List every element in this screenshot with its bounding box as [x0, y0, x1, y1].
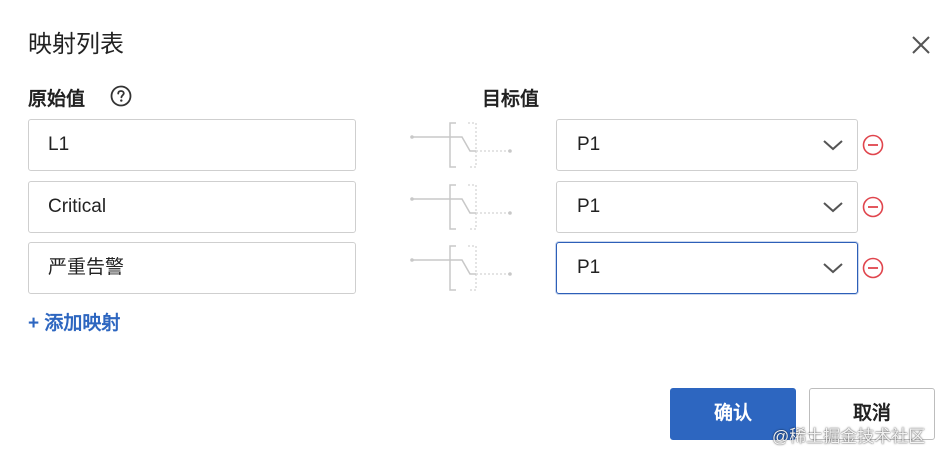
target-value-select[interactable]: P1 — [556, 242, 858, 294]
mapping-connector-icon — [410, 245, 512, 291]
target-value-text: P1 — [577, 196, 601, 217]
chevron-down-icon — [823, 263, 843, 274]
remove-mapping-button[interactable] — [862, 257, 884, 279]
target-value-select[interactable]: P1 — [556, 181, 858, 233]
remove-mapping-button[interactable] — [862, 134, 884, 156]
confirm-button[interactable]: 确认 — [670, 388, 796, 440]
chevron-down-icon — [823, 202, 843, 213]
target-value-select[interactable]: P1 — [556, 119, 858, 171]
mapping-connector-icon — [410, 184, 512, 230]
question-circle-icon — [110, 85, 132, 107]
minus-circle-icon — [862, 257, 884, 279]
source-column-label: 原始值 — [28, 89, 86, 110]
target-value-text: P1 — [577, 257, 601, 278]
source-value-input[interactable]: 严重告警 — [28, 242, 356, 294]
cancel-button[interactable]: 取消 — [809, 388, 935, 440]
remove-mapping-button[interactable] — [862, 196, 884, 218]
target-column-label: 目标值 — [482, 89, 540, 110]
mapping-connector-icon — [410, 122, 512, 168]
minus-circle-icon — [862, 196, 884, 218]
dialog-title: 映射列表 — [28, 31, 124, 58]
close-icon — [912, 36, 930, 54]
close-button[interactable] — [904, 28, 938, 62]
mapping-dialog: 映射列表 原始值 目标值 L1 P1 Critical P1 严重告警 P1 +… — [0, 0, 949, 461]
help-button[interactable] — [110, 85, 132, 107]
minus-circle-icon — [862, 134, 884, 156]
add-mapping-link[interactable]: + 添加映射 — [28, 308, 120, 335]
chevron-down-icon — [823, 140, 843, 151]
source-value-input[interactable]: Critical — [28, 181, 356, 233]
target-value-text: P1 — [577, 134, 601, 155]
source-value-input[interactable]: L1 — [28, 119, 356, 171]
